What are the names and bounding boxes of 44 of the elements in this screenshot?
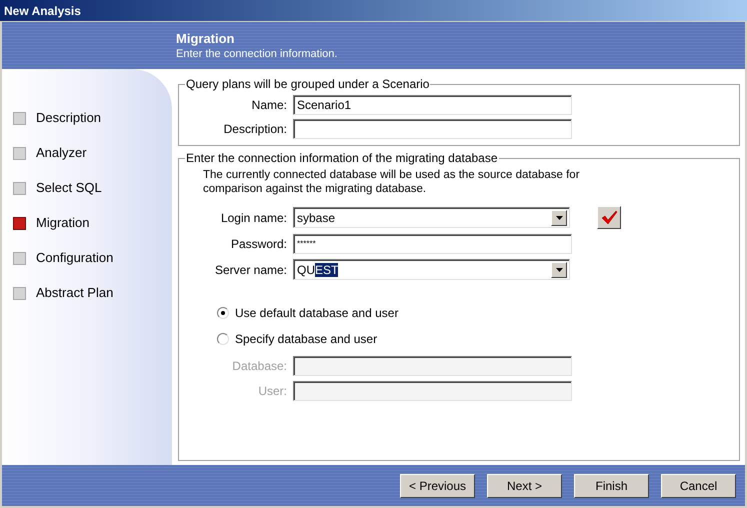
- step-item[interactable]: Select SQL: [13, 180, 172, 196]
- page-subtitle: Enter the connection information.: [176, 46, 338, 60]
- step-label: Analyzer: [36, 144, 87, 162]
- field-label: Name:: [250, 97, 288, 114]
- step-label: Abstract Plan: [36, 284, 114, 302]
- step-item[interactable]: Analyzer: [13, 145, 172, 161]
- group-title: Query plans will be grouped under a Scenario: [185, 76, 430, 93]
- dropdown-button[interactable]: [551, 262, 567, 278]
- wizard-button[interactable]: < Previous: [400, 474, 475, 498]
- text-field[interactable]: Scenario1: [293, 95, 572, 115]
- radio-button[interactable]: [217, 307, 229, 319]
- step-item[interactable]: Migration: [13, 215, 172, 231]
- window-title: New Analysis: [4, 2, 81, 20]
- step-label: Select SQL: [36, 179, 102, 198]
- check-button[interactable]: [597, 206, 621, 229]
- password-field[interactable]: ******: [293, 234, 572, 254]
- step-label: Migration: [36, 214, 90, 232]
- step-label: Configuration: [36, 249, 114, 268]
- field-label: User:: [257, 383, 288, 400]
- field-label: Database:: [231, 358, 288, 375]
- wizard-button[interactable]: Finish: [574, 474, 649, 498]
- step-label: Description: [36, 109, 102, 128]
- step-item[interactable]: Description: [13, 110, 172, 126]
- text-field[interactable]: [293, 119, 572, 139]
- checkmark-icon: [600, 210, 618, 225]
- radio-button[interactable]: [217, 333, 229, 345]
- connection-note: The currently connected database will be used as the source database for comparison against the migrating database.: [203, 168, 581, 196]
- wizard-button[interactable]: Next >: [487, 474, 562, 498]
- server-combobox[interactable]: QUEST: [293, 259, 570, 280]
- step-item[interactable]: Abstract Plan: [13, 285, 172, 301]
- field-label: Description:: [222, 121, 288, 138]
- dropdown-arrow-icon: [556, 216, 562, 220]
- group-title: Enter the connection information of the migrating database: [185, 150, 499, 167]
- page-title: Migration: [176, 30, 236, 46]
- radio-option[interactable]: Specify database and user: [217, 330, 739, 348]
- field-label: Server name:: [214, 262, 288, 278]
- radio-option[interactable]: Use default database and user: [217, 304, 739, 322]
- field-label: Password:: [230, 236, 288, 253]
- login-combobox[interactable]: sybase: [293, 207, 570, 228]
- field-label: Login name:: [220, 210, 288, 226]
- wizard-button[interactable]: Cancel: [661, 474, 736, 498]
- step-item[interactable]: Configuration: [13, 250, 172, 266]
- dropdown-button[interactable]: [551, 210, 567, 226]
- dropdown-arrow-icon: [556, 268, 562, 272]
